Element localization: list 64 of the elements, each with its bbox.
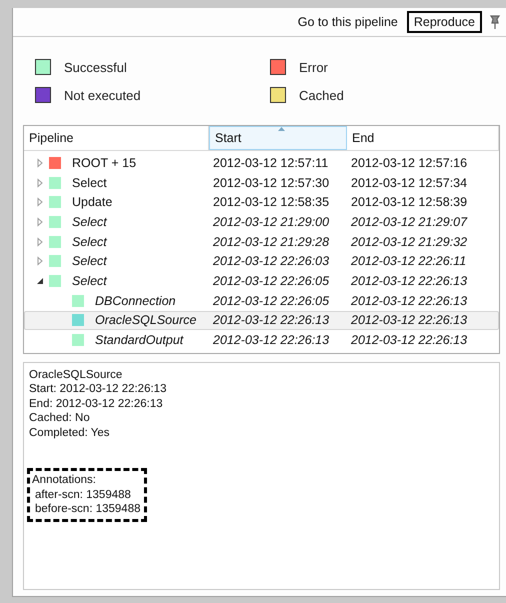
time-cell-text: 2012-03-12 22:26:13 (350, 294, 468, 308)
column-header[interactable]: Start (209, 126, 347, 150)
pipeline-name: Select (71, 234, 107, 249)
time-cell-text: 2012-03-12 22:26:05 (212, 294, 330, 308)
time-cell-text: 2012-03-12 22:26:13 (350, 313, 468, 328)
tree-row[interactable]: Select 2012-03-12 21:29:28 2012-03-12 21:29:32 (24, 232, 499, 252)
legend-label: Error (299, 60, 328, 74)
annotations-heading: Annotations: (32, 473, 97, 488)
tree-row[interactable]: Select 2012-03-12 21:29:00 2012-03-12 21:29:07 (24, 212, 499, 232)
pipeline-name: DBConnection (94, 294, 176, 308)
expand-icon[interactable] (35, 236, 45, 247)
annotation-line: before-scn: 1359488 (34, 502, 140, 517)
tree-row[interactable]: StandardOutput 2012-03-12 22:26:13 2012-03-12 22:26:13 (24, 330, 499, 350)
sort-arrow-icon (278, 127, 285, 131)
collapse-icon[interactable] (35, 276, 45, 286)
time-cell-text: 2012-03-12 12:57:16 (350, 156, 468, 170)
time-cell-text: 2012-03-12 21:29:28 (212, 234, 330, 249)
tree-row[interactable]: OracleSQLSource 2012-03-12 22:26:13 2012-03-12 22:26:13 (24, 310, 499, 330)
legend-label: Cached (299, 88, 344, 102)
pipeline-name: Select (71, 176, 107, 190)
expand-icon[interactable] (35, 158, 45, 168)
time-cell-text: 2012-03-12 12:57:34 (350, 176, 468, 190)
time-cell-text: 2012-03-12 21:29:32 (350, 234, 468, 249)
pin-icon[interactable] (488, 14, 502, 30)
toolbar-button[interactable]: Go to this pipeline (290, 11, 405, 33)
pipeline-name: StandardOutput (94, 333, 184, 348)
tree-row[interactable]: Update 2012-03-12 12:58:35 2012-03-12 12:58:39 (24, 192, 499, 212)
time-cell-text: 2012-03-12 22:26:13 (212, 333, 330, 348)
expand-icon[interactable] (35, 256, 45, 266)
legend-label: Successful (64, 60, 127, 74)
detail-line: End: 2012-03-12 22:26:13 (29, 396, 164, 412)
time-cell-text: 2012-03-12 22:26:13 (350, 274, 468, 288)
pipeline-name: Select (71, 274, 107, 288)
tree-row[interactable]: Select 2012-03-12 22:26:05 2012-03-12 22:26:13 (24, 271, 499, 291)
time-cell-text: 2012-03-12 12:57:30 (212, 176, 330, 190)
detail-line: Cached: No (29, 411, 91, 426)
tree-row[interactable]: DBConnection 2012-03-12 22:26:05 2012-03-12 22:26:13 (24, 290, 499, 310)
tree-row[interactable]: Select 2012-03-12 22:26:03 2012-03-12 22:26:11 (24, 251, 499, 272)
time-cell-text: 2012-03-12 22:26:11 (350, 254, 468, 268)
time-cell-text: 2012-03-12 22:26:13 (350, 333, 468, 348)
pipeline-name: ROOT + 15 (71, 156, 136, 170)
detail-line: OracleSQLSource (29, 368, 124, 382)
pipeline-name: Select (71, 214, 107, 229)
time-cell-text: 2012-03-12 12:58:35 (212, 195, 330, 210)
pipeline-name: Update (71, 195, 112, 210)
time-cell-text: 2012-03-12 21:29:07 (350, 214, 468, 229)
tree-row[interactable]: ROOT + 15 2012-03-12 12:57:11 2012-03-12 12:57:16 (24, 153, 499, 173)
pipeline-name: OracleSQLSource (94, 313, 196, 328)
time-cell-text: 2012-03-12 12:57:11 (212, 156, 330, 170)
detail-line: Start: 2012-03-12 22:26:13 (29, 382, 168, 397)
annotation-line: after-scn: 1359488 (34, 488, 132, 502)
time-cell-text: 2012-03-12 22:26:05 (212, 274, 330, 288)
expand-icon[interactable] (35, 178, 45, 188)
detail-line: Completed: Yes (29, 426, 111, 440)
toolbar-button[interactable]: Reproduce (406, 11, 482, 33)
tree-row[interactable]: Select 2012-03-12 12:57:30 2012-03-12 12:57:34 (24, 172, 499, 192)
time-cell-text: 2012-03-12 22:26:03 (212, 254, 330, 268)
expand-icon[interactable] (35, 197, 45, 208)
time-cell-text: 2012-03-12 22:26:13 (212, 313, 330, 328)
time-cell-text: 2012-03-12 21:29:00 (212, 214, 330, 229)
legend-label: Not executed (64, 88, 141, 102)
expand-icon[interactable] (35, 216, 45, 227)
time-cell-text: 2012-03-12 12:58:39 (350, 195, 468, 210)
pipeline-name: Select (71, 254, 107, 268)
